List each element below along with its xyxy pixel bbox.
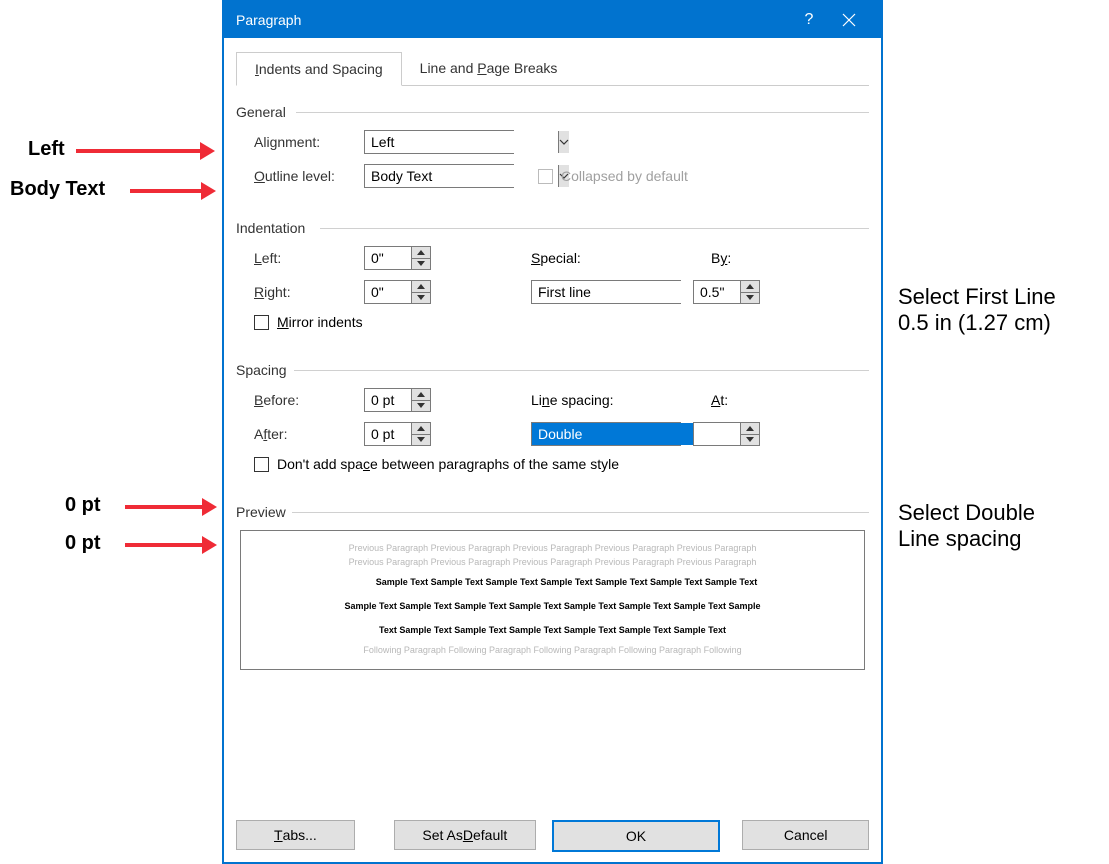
annot-before-label: 0 pt [65, 494, 101, 517]
after-value[interactable] [365, 423, 411, 445]
indent-left-label: Left: [254, 250, 364, 266]
alignment-combo[interactable] [364, 130, 514, 154]
spinner-down-icon[interactable] [412, 401, 430, 412]
indent-right-value[interactable] [365, 281, 411, 303]
spinner-up-icon[interactable] [741, 281, 759, 293]
spacing-heading: Spacing [236, 362, 869, 378]
collapsed-label: Collapsed by default [561, 168, 688, 184]
preview-prev-para: Previous Paragraph Previous Paragraph Pr… [259, 543, 846, 553]
preview-prev-para2: Previous Paragraph Previous Paragraph Pr… [259, 557, 846, 567]
special-combo[interactable] [531, 280, 681, 304]
at-label: At: [711, 392, 728, 408]
set-default-button[interactable]: Set As Default [394, 820, 536, 850]
annot-after-label: 0 pt [65, 532, 101, 555]
at-spinner[interactable] [693, 422, 760, 446]
indent-left-spinner[interactable] [364, 246, 431, 270]
paragraph-dialog: Paragraph ? Indents and Spacing Line and… [222, 0, 883, 864]
after-label: After: [254, 426, 364, 442]
indentation-heading: Indentation [236, 220, 869, 236]
spinner-up-icon[interactable] [412, 389, 430, 401]
preview-sample3: Text Sample Text Sample Text Sample Text… [259, 625, 846, 635]
spinner-down-icon[interactable] [412, 259, 430, 270]
linespacing-label: Line spacing: [531, 392, 681, 408]
button-row: Tabs... Set As Default OK Cancel [236, 808, 869, 852]
before-spinner[interactable] [364, 388, 431, 412]
before-value[interactable] [365, 389, 411, 411]
chevron-down-icon[interactable] [558, 131, 569, 153]
dontadd-label: Don't add space between paragraphs of th… [277, 456, 619, 472]
linespacing-combo[interactable] [531, 422, 681, 446]
preview-heading: Preview [236, 504, 869, 520]
annot-bodytext-label: Body Text [10, 178, 105, 201]
spinner-up-icon[interactable] [412, 423, 430, 435]
mirror-checkbox[interactable] [254, 315, 269, 330]
preview-following: Following Paragraph Following Paragraph … [259, 645, 846, 655]
annot-firstline: Select First Line 0.5 in (1.27 cm) [898, 284, 1056, 336]
tab-line-page-breaks[interactable]: Line and Page Breaks [402, 52, 576, 85]
help-button[interactable]: ? [789, 11, 829, 29]
by-spinner[interactable] [693, 280, 760, 304]
indent-right-spinner[interactable] [364, 280, 431, 304]
close-button[interactable] [829, 13, 869, 27]
indent-left-value[interactable] [365, 247, 411, 269]
spinner-up-icon[interactable] [412, 281, 430, 293]
ok-button[interactable]: OK [552, 820, 721, 852]
general-heading: General [236, 104, 869, 120]
preview-sample2: Sample Text Sample Text Sample Text Samp… [259, 601, 846, 611]
mirror-label: Mirror indents [277, 314, 363, 330]
annot-left-label: Left [28, 138, 65, 161]
collapsed-checkbox [538, 169, 553, 184]
outline-value[interactable] [365, 165, 558, 187]
annot-double: Select Double Line spacing [898, 500, 1035, 552]
titlebar: Paragraph ? [224, 2, 881, 38]
tab-strip: Indents and Spacing Line and Page Breaks [236, 52, 869, 86]
preview-box: Previous Paragraph Previous Paragraph Pr… [240, 530, 865, 670]
after-spinner[interactable] [364, 422, 431, 446]
spinner-up-icon[interactable] [412, 247, 430, 259]
cancel-button[interactable]: Cancel [742, 820, 869, 850]
preview-sample1: Sample Text Sample Text Sample Text Samp… [259, 577, 846, 587]
alignment-value[interactable] [365, 131, 558, 153]
by-label: By: [711, 250, 731, 266]
spinner-down-icon[interactable] [412, 293, 430, 304]
spinner-down-icon[interactable] [741, 435, 759, 446]
outline-combo[interactable] [364, 164, 514, 188]
spinner-up-icon[interactable] [741, 423, 759, 435]
tab-indents-spacing[interactable]: Indents and Spacing [236, 52, 402, 86]
alignment-label: Alignment: [254, 134, 364, 150]
before-label: Before: [254, 392, 364, 408]
at-value[interactable] [694, 423, 740, 445]
spinner-down-icon[interactable] [412, 435, 430, 446]
by-value[interactable] [694, 281, 740, 303]
dialog-title: Paragraph [236, 12, 789, 28]
special-label: Special: [531, 250, 681, 266]
tabs-button[interactable]: Tabs... [236, 820, 355, 850]
outline-label: Outline level: [254, 168, 364, 184]
spinner-down-icon[interactable] [741, 293, 759, 304]
indent-right-label: Right: [254, 284, 364, 300]
dontadd-checkbox[interactable] [254, 457, 269, 472]
